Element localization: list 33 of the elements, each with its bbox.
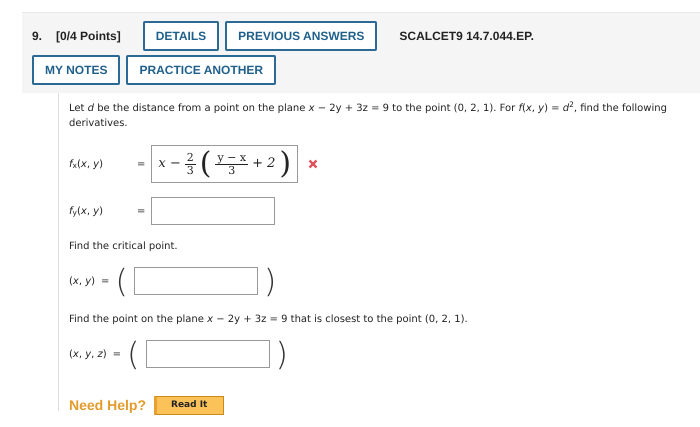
header-button[interactable]: PREVIOUS ANSWERS: [225, 21, 378, 51]
parenthesis: (: [127, 337, 140, 371]
answer-label: (x, y): [69, 274, 96, 288]
parenthesis: ): [276, 337, 288, 371]
math-text: x −: [158, 155, 181, 174]
header-button[interactable]: MY NOTES: [32, 55, 120, 85]
question-text: Let d be the distance from a point on the plane x − 2y + 3z = 9 to the point (0, 2, 1). For f(x, y) = d$^{2}$, find the following derivatives.: [69, 101, 668, 131]
equals-sign: =: [101, 274, 110, 288]
equals-sign: =: [137, 204, 146, 218]
parenthesis: (: [200, 149, 212, 179]
read-it-button[interactable]: Read It: [154, 396, 224, 416]
equals-sign: =: [137, 158, 146, 172]
need-help-label: Need Help?: [69, 396, 146, 415]
fraction: 2 3: [184, 152, 196, 176]
parenthesis: ): [279, 149, 292, 179]
equals-sign: =: [112, 348, 122, 362]
answer-label: (x, y, z): [69, 348, 107, 362]
question-number: 9.: [32, 28, 42, 45]
answer-field[interactable]: [146, 340, 270, 368]
math-text: + 2: [252, 155, 276, 174]
parenthesis: ): [264, 264, 276, 298]
prompt-text: Find the critical point.: [69, 240, 179, 254]
answer-label: f$_{x}$(x, y): [69, 158, 104, 172]
prompt-text: Find the point on the plane x − 2y + 3z = 9 that is closest to the point (0, 2, 1).: [69, 313, 469, 327]
answer-field[interactable]: [134, 267, 258, 295]
parenthesis: (: [115, 264, 128, 298]
answer-label: f$_{y}$(x, y): [69, 204, 104, 218]
points-label: [0/4 Points]: [56, 28, 121, 45]
header-button[interactable]: DETAILS: [142, 21, 220, 51]
problem-reference: SCALCET9 14.7.044.EP.: [399, 28, 534, 45]
header-button[interactable]: PRACTICE ANOTHER: [126, 55, 276, 85]
answer-field[interactable]: [151, 197, 276, 225]
fraction: y − x 3: [215, 152, 248, 176]
